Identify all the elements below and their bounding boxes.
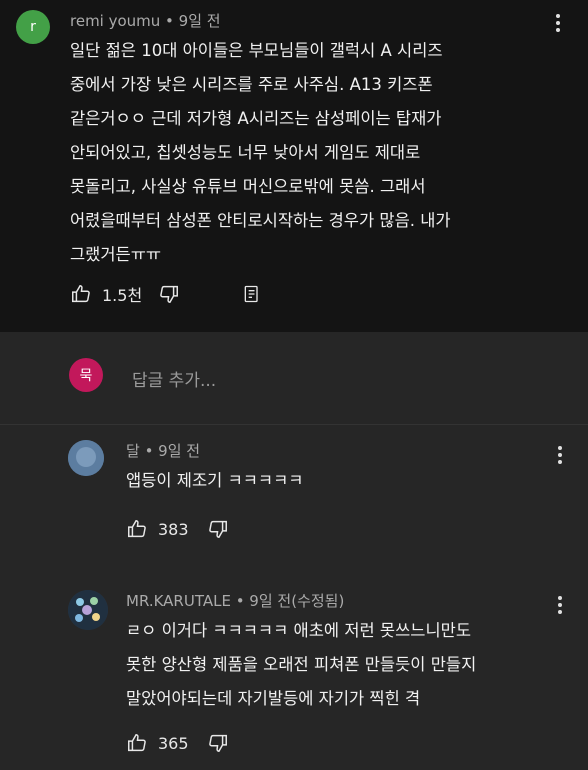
top-comment-panel: r remi youmu • 9일 전 일단 젊은 10대 아이들은 부모님들이…	[0, 0, 588, 332]
like-count: 1.5천	[102, 286, 143, 305]
commenter-avatar[interactable]: r	[16, 10, 50, 44]
add-reply-input[interactable]: 답글 추가...	[132, 366, 216, 391]
like-count: 365	[158, 733, 189, 753]
reply-avatar[interactable]	[68, 440, 104, 476]
dislike-icon[interactable]	[207, 518, 229, 540]
more-options-icon[interactable]	[555, 14, 561, 32]
like-icon[interactable]	[70, 283, 92, 305]
user-avatar: 묵	[69, 358, 103, 392]
more-options-icon[interactable]	[557, 596, 563, 614]
reply-meta: MR.KARUTALE • 9일 전(수정됨)	[126, 592, 345, 610]
like-icon[interactable]	[126, 732, 148, 754]
reply-icon[interactable]	[242, 284, 262, 304]
comment-meta: remi youmu • 9일 전	[70, 12, 221, 30]
more-options-icon[interactable]	[557, 446, 563, 464]
reply-actions: 365	[126, 732, 229, 754]
dislike-icon[interactable]	[158, 283, 180, 305]
like-icon[interactable]	[126, 518, 148, 540]
comment-actions: 1.5천	[70, 282, 262, 306]
reply-avatar[interactable]	[68, 590, 108, 630]
reply-section: 묵 답글 추가... 달 • 9일 전 앱등이 제조기 ㅋㅋㅋㅋㅋ 383 MR…	[0, 332, 588, 770]
divider	[0, 424, 588, 425]
reply-actions: 383	[126, 518, 229, 540]
reply-text: 앱등이 제조기 ㅋㅋㅋㅋㅋ	[126, 471, 304, 490]
comment-text: 일단 젊은 10대 아이들은 부모님들이 갤럭시 A 시리즈 중에서 가장 낮은…	[70, 41, 451, 264]
dislike-icon[interactable]	[207, 732, 229, 754]
reply-meta: 달 • 9일 전	[126, 442, 201, 460]
like-count: 383	[158, 519, 189, 539]
reply-text: ㄹㅇ 이거다 ㅋㅋㅋㅋㅋ 애초에 저런 못쓰느니만도 못한 양산형 제품을 오래…	[126, 621, 477, 708]
